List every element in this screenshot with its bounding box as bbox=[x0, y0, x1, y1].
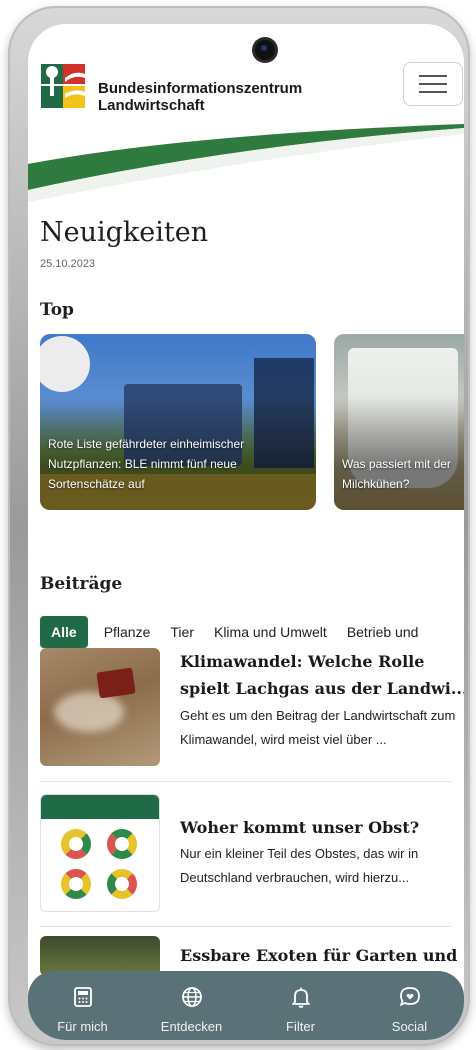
tab-klima-und-umwelt[interactable]: Klima und Umwelt bbox=[204, 616, 337, 648]
phone-frame: Bundesinformationszentrum Landwirtschaft… bbox=[8, 6, 470, 1046]
article-item[interactable]: Klimawandel: Welche Rolle spielt Lachgas… bbox=[40, 648, 464, 768]
tab-tier[interactable]: Tier bbox=[160, 616, 204, 648]
menu-button[interactable] bbox=[403, 62, 463, 106]
nav-label: Für mich bbox=[57, 1019, 108, 1034]
hamburger-menu-icon-line bbox=[419, 91, 447, 93]
article-teaser: Nur ein kleiner Teil des Obstes, das wir… bbox=[180, 846, 419, 885]
nav-label: Entdecken bbox=[160, 1019, 223, 1034]
calculator-icon bbox=[73, 987, 92, 1007]
nav-fuer-mich[interactable]: Für mich bbox=[33, 971, 133, 1034]
tab-pflanze[interactable]: Pflanze bbox=[94, 616, 161, 648]
hamburger-menu-icon-line bbox=[419, 83, 447, 85]
thumbnail-ring bbox=[107, 829, 137, 859]
article-thumbnail bbox=[40, 936, 160, 976]
article-item[interactable]: Essbare Exoten für Garten und bbox=[40, 936, 460, 976]
article-title: Woher kommt unser Obst? bbox=[180, 818, 420, 837]
thumbnail-ring bbox=[107, 869, 137, 899]
brand-name: Bundesinformationszentrum Landwirtschaft bbox=[98, 80, 302, 114]
nav-label: Social bbox=[391, 1019, 428, 1034]
ble-logo-icon bbox=[41, 64, 85, 108]
tab-betrieb-und[interactable]: Betrieb und bbox=[337, 616, 429, 648]
section-heading-top: Top bbox=[40, 300, 74, 320]
bottom-navigation: Für mich Entdecken Filter Social bbox=[28, 971, 464, 1040]
divider bbox=[40, 926, 452, 927]
thumbnail-tractor bbox=[96, 667, 136, 699]
article-title: Essbare Exoten für Garten und bbox=[180, 946, 458, 965]
top-card[interactable]: Was passiert mit der Milchkühen? bbox=[334, 334, 464, 510]
article-title: Klimawandel: Welche Rolle spielt Lachgas… bbox=[180, 652, 464, 698]
page-title: Neuigkeiten bbox=[40, 217, 209, 248]
app-header: Bundesinformationszentrum Landwirtschaft bbox=[28, 24, 464, 204]
tab-alle[interactable]: Alle bbox=[40, 616, 88, 648]
nav-filter[interactable]: Filter bbox=[251, 971, 351, 1034]
thumbnail-ring bbox=[61, 829, 91, 859]
article-teaser: Geht es um den Beitrag der Landwirtschaf… bbox=[180, 708, 456, 747]
top-card[interactable]: Rote Liste gefährdeter einheimischer Nut… bbox=[40, 334, 316, 510]
article-item[interactable]: Woher kommt unser Obst? Nur ein kleiner … bbox=[40, 794, 460, 914]
brand-line-2: Landwirtschaft bbox=[98, 97, 205, 114]
bell-icon bbox=[291, 987, 310, 1008]
page-date: 25.10.2023 bbox=[40, 258, 96, 270]
divider bbox=[40, 781, 452, 782]
hamburger-menu-icon bbox=[419, 75, 447, 77]
section-heading-posts: Beiträge bbox=[40, 574, 123, 594]
thumbnail-dust bbox=[54, 692, 124, 732]
article-thumbnail bbox=[40, 648, 160, 766]
front-camera bbox=[255, 40, 275, 60]
app-screen: Bundesinformationszentrum Landwirtschaft… bbox=[28, 24, 464, 1040]
chat-heart-icon bbox=[399, 987, 420, 1006]
thumbnail-ring bbox=[61, 869, 91, 899]
category-tabs: Alle Pflanze Tier Klima und Umwelt Betri… bbox=[40, 616, 428, 648]
thumbnail-header bbox=[41, 795, 159, 819]
nav-label: Filter bbox=[286, 1019, 315, 1034]
article-thumbnail bbox=[40, 794, 160, 912]
globe-icon bbox=[181, 987, 202, 1007]
top-card-caption: Was passiert mit der Milchkühen? bbox=[342, 457, 451, 491]
top-card-caption: Rote Liste gefährdeter einheimischer Nut… bbox=[48, 437, 245, 491]
nav-social[interactable]: Social bbox=[360, 971, 460, 1034]
header-swoosh bbox=[28, 124, 464, 202]
nav-entdecken[interactable]: Entdecken bbox=[142, 971, 242, 1034]
brand-line-1: Bundesinformationszentrum bbox=[98, 80, 303, 97]
